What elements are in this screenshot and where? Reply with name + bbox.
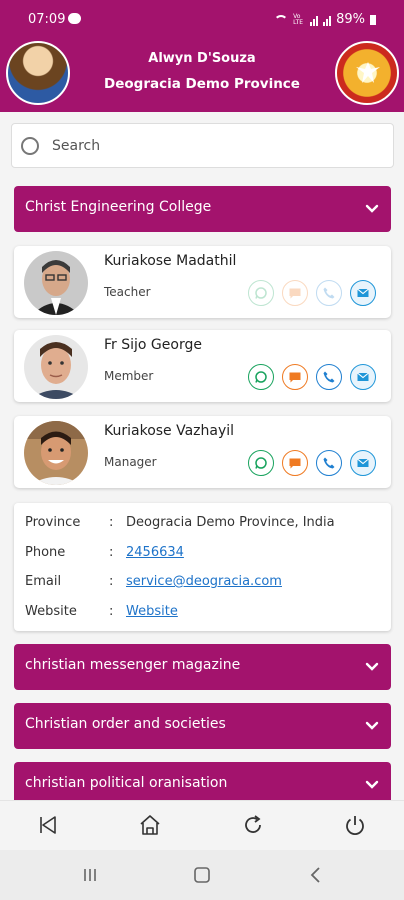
signal-icon-2 (323, 14, 332, 26)
mail-icon (357, 372, 369, 381)
wifi-icon (274, 14, 289, 25)
battery-icon (370, 14, 376, 25)
home-button[interactable] (138, 813, 162, 837)
system-home-button[interactable] (192, 865, 212, 885)
province-name: Deogracia Demo Province (104, 76, 300, 92)
separator: : (109, 574, 114, 589)
chat-button[interactable] (282, 450, 308, 476)
status-indicators: Vo LTE 89% (274, 12, 376, 27)
signal-icon (310, 14, 319, 26)
whatsapp-button[interactable] (248, 364, 274, 390)
separator: : (109, 545, 114, 560)
mail-button[interactable] (350, 364, 376, 390)
recent-apps-button[interactable] (80, 865, 100, 885)
home-icon (140, 815, 160, 835)
member-role: Manager (104, 455, 157, 469)
mail-button[interactable] (350, 280, 376, 306)
member-card[interactable]: Kuriakose Vazhayil Manager (14, 416, 391, 488)
whatsapp-button[interactable] (248, 450, 274, 476)
category-label: christian political oranisation (25, 775, 228, 791)
phone-icon (323, 371, 335, 383)
battery-percent: 89% (336, 12, 365, 27)
separator: : (109, 604, 114, 619)
separator: : (109, 515, 114, 530)
chat-icon (289, 372, 301, 383)
category-label: Christ Engineering College (25, 199, 212, 215)
call-button[interactable] (316, 364, 342, 390)
whatsapp-icon (255, 287, 267, 299)
contact-actions (248, 450, 376, 476)
whatsapp-icon (255, 457, 267, 469)
status-time: 07:09 (28, 12, 66, 27)
category-christian-order-and-societies[interactable]: Christian order and societies (14, 703, 391, 749)
category-christian-messenger-magazine[interactable]: christian messenger magazine (14, 644, 391, 690)
email-label: Email (25, 574, 62, 589)
province-logo[interactable] (335, 41, 399, 105)
mail-icon (357, 288, 369, 297)
member-role: Teacher (104, 285, 151, 299)
system-nav (0, 850, 404, 900)
province-label: Province (25, 515, 81, 530)
member-photo (24, 421, 88, 485)
message-notification-icon (68, 13, 81, 24)
square-icon (194, 867, 210, 883)
search-input[interactable] (52, 132, 382, 160)
power-icon (346, 816, 364, 836)
organization-details: Province : Deogracia Demo Province, Indi… (14, 503, 391, 631)
member-card[interactable]: Fr Sijo George Member (14, 330, 391, 402)
website-link[interactable]: Website (126, 604, 178, 619)
chat-button[interactable] (282, 280, 308, 306)
phone-icon (323, 457, 335, 469)
back-button[interactable] (36, 813, 60, 837)
search-icon (21, 137, 39, 155)
chevron-left-icon (310, 867, 320, 883)
power-button[interactable] (343, 813, 367, 837)
contact-actions (248, 364, 376, 390)
member-card[interactable]: Kuriakose Madathil Teacher (14, 246, 391, 318)
province-value: Deogracia Demo Province, India (126, 515, 335, 530)
website-label: Website (25, 604, 77, 619)
dove-icon (356, 62, 380, 83)
chevron-down-icon (365, 721, 379, 730)
contact-actions (248, 280, 376, 306)
member-role: Member (104, 369, 154, 383)
search-box[interactable] (11, 123, 394, 168)
phone-label: Phone (25, 545, 66, 560)
member-photo (24, 335, 88, 399)
user-name: Alwyn D'Souza (148, 51, 256, 66)
recent-apps-icon (84, 869, 96, 881)
back-icon (40, 816, 56, 834)
app-header: Alwyn D'Souza Deogracia Demo Province (0, 40, 404, 112)
chevron-down-icon (365, 204, 379, 213)
phone-link[interactable]: 2456634 (126, 545, 184, 560)
member-name: Kuriakose Vazhayil (104, 423, 235, 439)
category-christ-engineering-college[interactable]: Christ Engineering College (14, 186, 391, 232)
chevron-down-icon (365, 780, 379, 789)
member-name: Kuriakose Madathil (104, 253, 237, 269)
refresh-button[interactable] (241, 813, 265, 837)
bottom-nav (0, 800, 404, 850)
chat-icon (289, 458, 301, 469)
email-link[interactable]: service@deogracia.com (126, 574, 282, 589)
chat-button[interactable] (282, 364, 308, 390)
system-back-button[interactable] (306, 865, 326, 885)
category-label: christian messenger magazine (25, 657, 241, 673)
mail-button[interactable] (350, 450, 376, 476)
refresh-icon (245, 815, 261, 833)
status-bar: 07:09 Vo LTE 89% (0, 0, 404, 40)
member-name: Fr Sijo George (104, 337, 202, 353)
whatsapp-icon (255, 371, 267, 383)
category-label: Christian order and societies (25, 716, 226, 732)
chevron-down-icon (365, 662, 379, 671)
whatsapp-button[interactable] (248, 280, 274, 306)
user-avatar[interactable] (6, 41, 70, 105)
mail-icon (357, 458, 369, 467)
chat-icon (289, 288, 301, 299)
call-button[interactable] (316, 450, 342, 476)
network-label: Vo LTE (293, 12, 304, 26)
member-photo (24, 251, 88, 315)
call-button[interactable] (316, 280, 342, 306)
phone-icon (323, 287, 335, 299)
